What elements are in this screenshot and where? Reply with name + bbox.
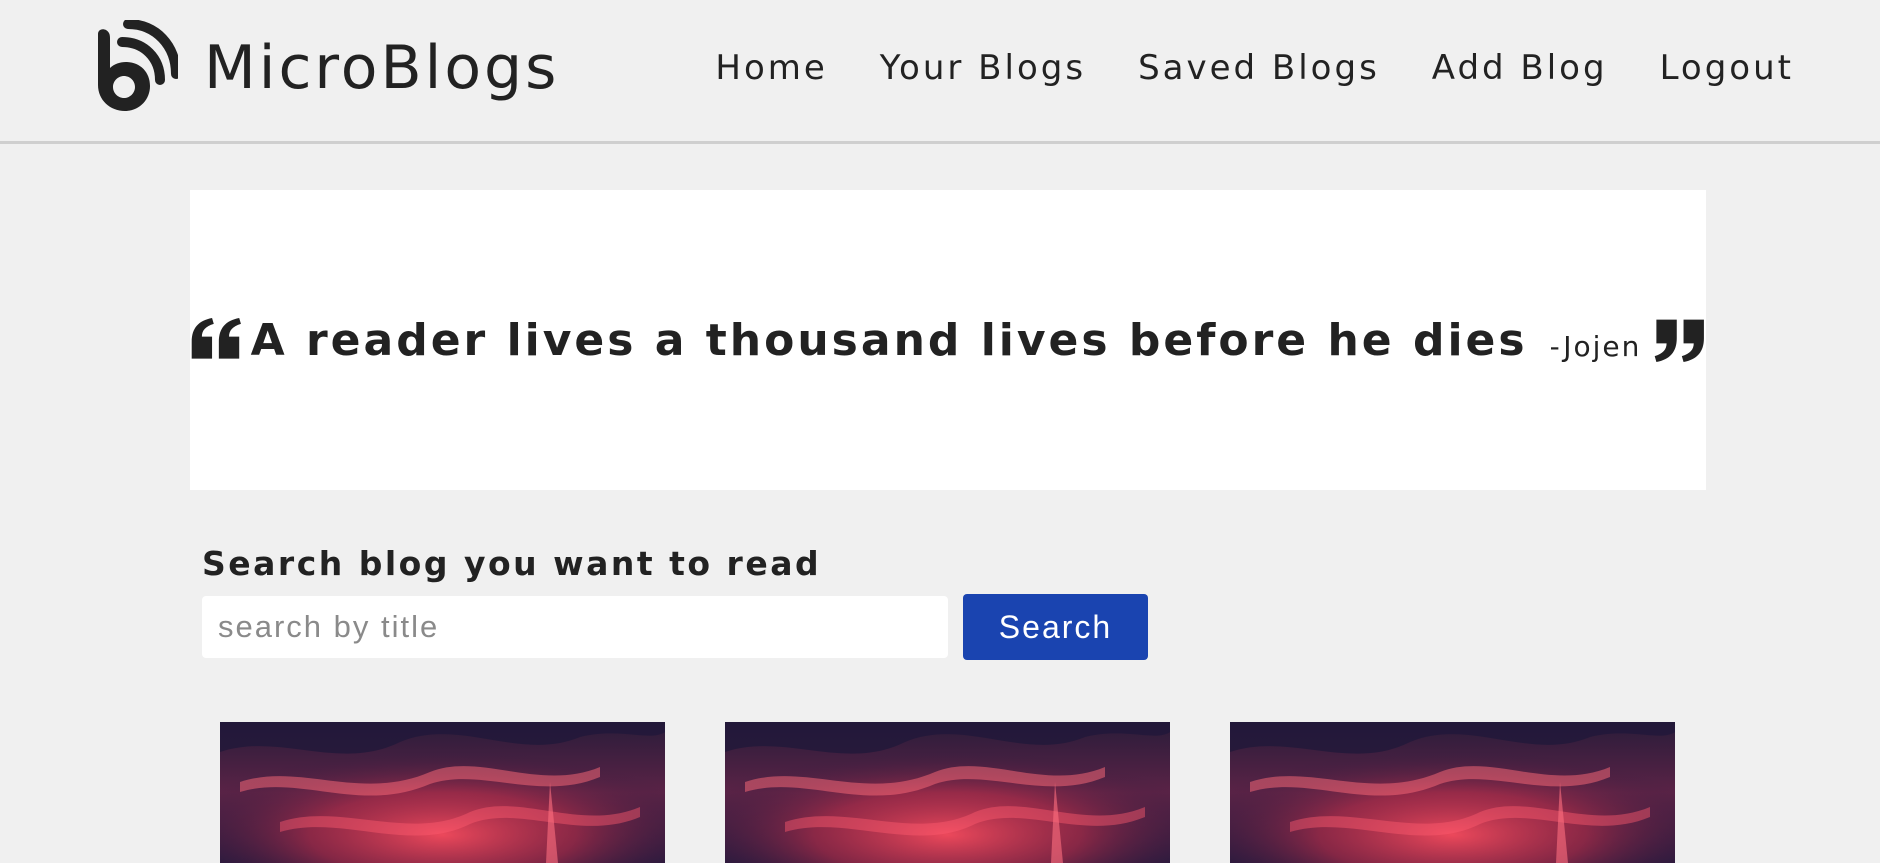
red-sky-image [220, 722, 665, 863]
red-sky-image [725, 722, 1170, 863]
red-sky-image [1230, 722, 1675, 863]
blog-card[interactable] [220, 722, 665, 863]
close-quote-icon [1655, 319, 1705, 363]
search-button[interactable]: Search [963, 594, 1148, 660]
quote-text: A reader lives a thousand lives before h… [250, 314, 1528, 366]
nav-home[interactable]: Home [715, 44, 827, 92]
nav-saved-blogs[interactable]: Saved Blogs [1138, 44, 1380, 92]
nav-your-blogs[interactable]: Your Blogs [880, 44, 1086, 92]
search-heading: Search blog you want to read [202, 544, 822, 583]
blog-card[interactable] [1230, 722, 1675, 863]
site-header: MicroBlogs Home Your Blogs Saved Blogs A… [0, 0, 1880, 144]
open-quote-icon [191, 317, 241, 359]
quote-banner: A reader lives a thousand lives before h… [190, 190, 1706, 490]
brand-name: MicroBlogs [204, 33, 560, 103]
quote-author: -Jojen [1549, 329, 1642, 363]
nav-logout[interactable]: Logout [1660, 44, 1794, 92]
nav-add-blog[interactable]: Add Blog [1432, 44, 1608, 92]
brand-link[interactable]: MicroBlogs [82, 20, 559, 116]
microblogs-logo-icon [98, 20, 178, 111]
blog-card[interactable] [725, 722, 1170, 863]
main-nav: Home Your Blogs Saved Blogs Add Blog Log… [663, 44, 1794, 92]
search-input[interactable] [202, 596, 948, 658]
